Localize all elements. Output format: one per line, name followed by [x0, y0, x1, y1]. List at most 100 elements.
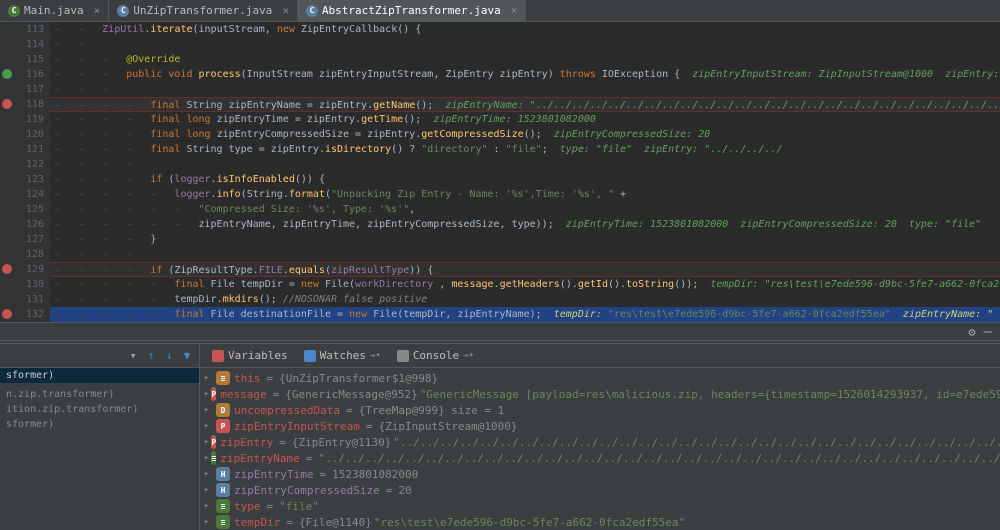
debug-tab-variables[interactable]: Variables: [206, 347, 294, 364]
variable-row[interactable]: ▸HzipEntryCompressedSize = 20: [204, 482, 996, 498]
stack-frame[interactable]: ition.zip.transformer): [0, 402, 199, 417]
line-number[interactable]: 118: [0, 97, 44, 112]
gear-icon[interactable]: ⚙: [968, 325, 975, 339]
tab-unziptransformer-java[interactable]: CUnZipTransformer.java×: [109, 0, 298, 21]
run-marker-icon[interactable]: [2, 69, 12, 79]
filter-icon[interactable]: ▼: [179, 348, 195, 364]
code-line[interactable]: → → → @Override: [50, 52, 1000, 67]
line-number[interactable]: 113: [0, 22, 44, 37]
code-line[interactable]: → → ZipUtil.iterate(inputStream, new Zip…: [50, 22, 1000, 37]
tab-main-java[interactable]: CMain.java×: [0, 0, 109, 21]
equals: =: [319, 468, 326, 481]
tab-abstractziptransformer-java[interactable]: CAbstractZipTransformer.java×: [298, 0, 526, 21]
expand-icon[interactable]: ▸: [204, 453, 209, 463]
line-number[interactable]: 121: [0, 142, 44, 157]
stack-frame[interactable]: n.zip.transformer): [0, 387, 199, 402]
expand-icon[interactable]: ▸: [204, 373, 214, 383]
code-line[interactable]: → →: [50, 37, 1000, 52]
line-number[interactable]: 116: [0, 67, 44, 82]
variable-row[interactable]: ▸≡tempDir = {File@1140} "res\test\e7ede5…: [204, 514, 996, 530]
code-line[interactable]: → → → → if (logger.isInfoEnabled()) {: [50, 172, 1000, 187]
code-line[interactable]: → → →: [50, 82, 1000, 97]
line-number[interactable]: 120: [0, 127, 44, 142]
code-line[interactable]: → → → → final String type = zipEntry.isD…: [50, 142, 1000, 157]
code-area[interactable]: → → ZipUtil.iterate(inputStream, new Zip…: [50, 22, 1000, 322]
expand-icon[interactable]: ▸: [204, 485, 214, 495]
stack-frame[interactable]: sformer): [0, 368, 199, 383]
var-value: 1523801082000: [332, 468, 418, 481]
var-name: zipEntryName: [220, 452, 299, 465]
expand-icon[interactable]: ▸: [204, 501, 214, 511]
line-number[interactable]: 127: [0, 232, 44, 247]
expand-icon[interactable]: ▸: [204, 389, 209, 399]
line-number[interactable]: 126: [0, 217, 44, 232]
close-icon[interactable]: ×: [511, 4, 518, 17]
variable-row[interactable]: ▸≡this = {UnZipTransformer$1@998}: [204, 370, 996, 386]
variable-row[interactable]: ▸≡zipEntryName = "../../../../../../../.…: [204, 450, 996, 466]
line-number[interactable]: 128: [0, 247, 44, 262]
vars-panel: VariablesWatches →•Console →• ▸≡this = {…: [200, 344, 1000, 530]
code-line[interactable]: → → → → final long zipEntryTime = zipEnt…: [50, 112, 1000, 127]
line-number[interactable]: 130: [0, 277, 44, 292]
var-name: zipEntry: [220, 436, 273, 449]
dropdown-icon[interactable]: ▾: [125, 348, 141, 364]
vars-list[interactable]: ▸≡this = {UnZipTransformer$1@998}▸Pmessa…: [200, 368, 1000, 530]
arrow-down-icon[interactable]: ↓: [161, 348, 177, 364]
pin-icon[interactable]: →•: [463, 351, 474, 361]
close-icon[interactable]: ×: [282, 4, 289, 17]
tab-label: Console: [413, 349, 459, 362]
expand-icon[interactable]: ▸: [204, 469, 214, 479]
code-line[interactable]: → → → → }: [50, 232, 1000, 247]
code-line[interactable]: → → → → → logger.info(String.format("Unp…: [50, 187, 1000, 202]
line-number[interactable]: 114: [0, 37, 44, 52]
frames-list[interactable]: sformer) n.zip.transformer)ition.zip.tran…: [0, 368, 199, 432]
code-line[interactable]: → → → → → final File destinationFile = n…: [50, 307, 1000, 322]
line-number[interactable]: 125: [0, 202, 44, 217]
variable-row[interactable]: ▸DuncompressedData = {TreeMap@999} size …: [204, 402, 996, 418]
tab-label: UnZipTransformer.java: [133, 4, 272, 17]
breakpoint-icon[interactable]: [2, 264, 12, 274]
variable-row[interactable]: ▸PzipEntryInputStream = {ZipInputStream@…: [204, 418, 996, 434]
line-number[interactable]: 124: [0, 187, 44, 202]
close-icon[interactable]: ×: [94, 4, 101, 17]
expand-icon[interactable]: ▸: [204, 405, 214, 415]
debug-tab-console[interactable]: Console →•: [391, 347, 480, 364]
expand-icon[interactable]: ▸: [204, 421, 214, 431]
code-line[interactable]: → → → → → → "Compressed Size: '%s', Type…: [50, 202, 1000, 217]
variable-row[interactable]: ▸≡type = "file": [204, 498, 996, 514]
code-line[interactable]: → → → → → final File tempDir = new File(…: [50, 277, 1000, 292]
var-name: type: [234, 500, 261, 513]
breakpoint-icon[interactable]: [2, 309, 12, 319]
breakpoint-icon[interactable]: [2, 99, 12, 109]
line-number[interactable]: 131: [0, 292, 44, 307]
variable-row[interactable]: ▸HzipEntryTime = 1523801082000: [204, 466, 996, 482]
code-line[interactable]: → → → → → tempDir.mkdirs(); //NOSONAR fa…: [50, 292, 1000, 307]
variable-row[interactable]: ▸Pmessage = {GenericMessage@952} "Generi…: [204, 386, 996, 402]
line-number[interactable]: 129: [0, 262, 44, 277]
code-line[interactable]: → → → → final long zipEntryCompressedSiz…: [50, 127, 1000, 142]
line-number[interactable]: 117: [0, 82, 44, 97]
line-number[interactable]: 132: [0, 307, 44, 322]
expand-icon[interactable]: ▸: [204, 437, 209, 447]
line-number[interactable]: 119: [0, 112, 44, 127]
code-line[interactable]: → → → →: [50, 247, 1000, 262]
minimize-icon[interactable]: —: [984, 324, 992, 340]
line-number[interactable]: 122: [0, 157, 44, 172]
var-name: this: [234, 372, 261, 385]
pin-icon[interactable]: →•: [370, 351, 381, 361]
code-line[interactable]: → → → public void process(InputStream zi…: [50, 67, 1000, 82]
line-number[interactable]: 115: [0, 52, 44, 67]
var-value: 20: [398, 484, 411, 497]
line-number[interactable]: 123: [0, 172, 44, 187]
var-type-icon: P: [211, 387, 216, 401]
code-line[interactable]: → → → → → → zipEntryName, zipEntryTime, …: [50, 217, 1000, 232]
stack-frame[interactable]: sformer): [0, 417, 199, 432]
var-type-icon: ≡: [216, 499, 230, 513]
code-line[interactable]: → → → → final String zipEntryName = zipE…: [50, 97, 1000, 112]
expand-icon[interactable]: ▸: [204, 517, 214, 527]
code-line[interactable]: → → → → if (ZipResultType.FILE.equals(zi…: [50, 262, 1000, 277]
variable-row[interactable]: ▸PzipEntry = {ZipEntry@1130} "../../../.…: [204, 434, 996, 450]
code-line[interactable]: → → → →: [50, 157, 1000, 172]
arrow-up-icon[interactable]: ↑: [143, 348, 159, 364]
debug-tab-watches[interactable]: Watches →•: [298, 347, 387, 364]
